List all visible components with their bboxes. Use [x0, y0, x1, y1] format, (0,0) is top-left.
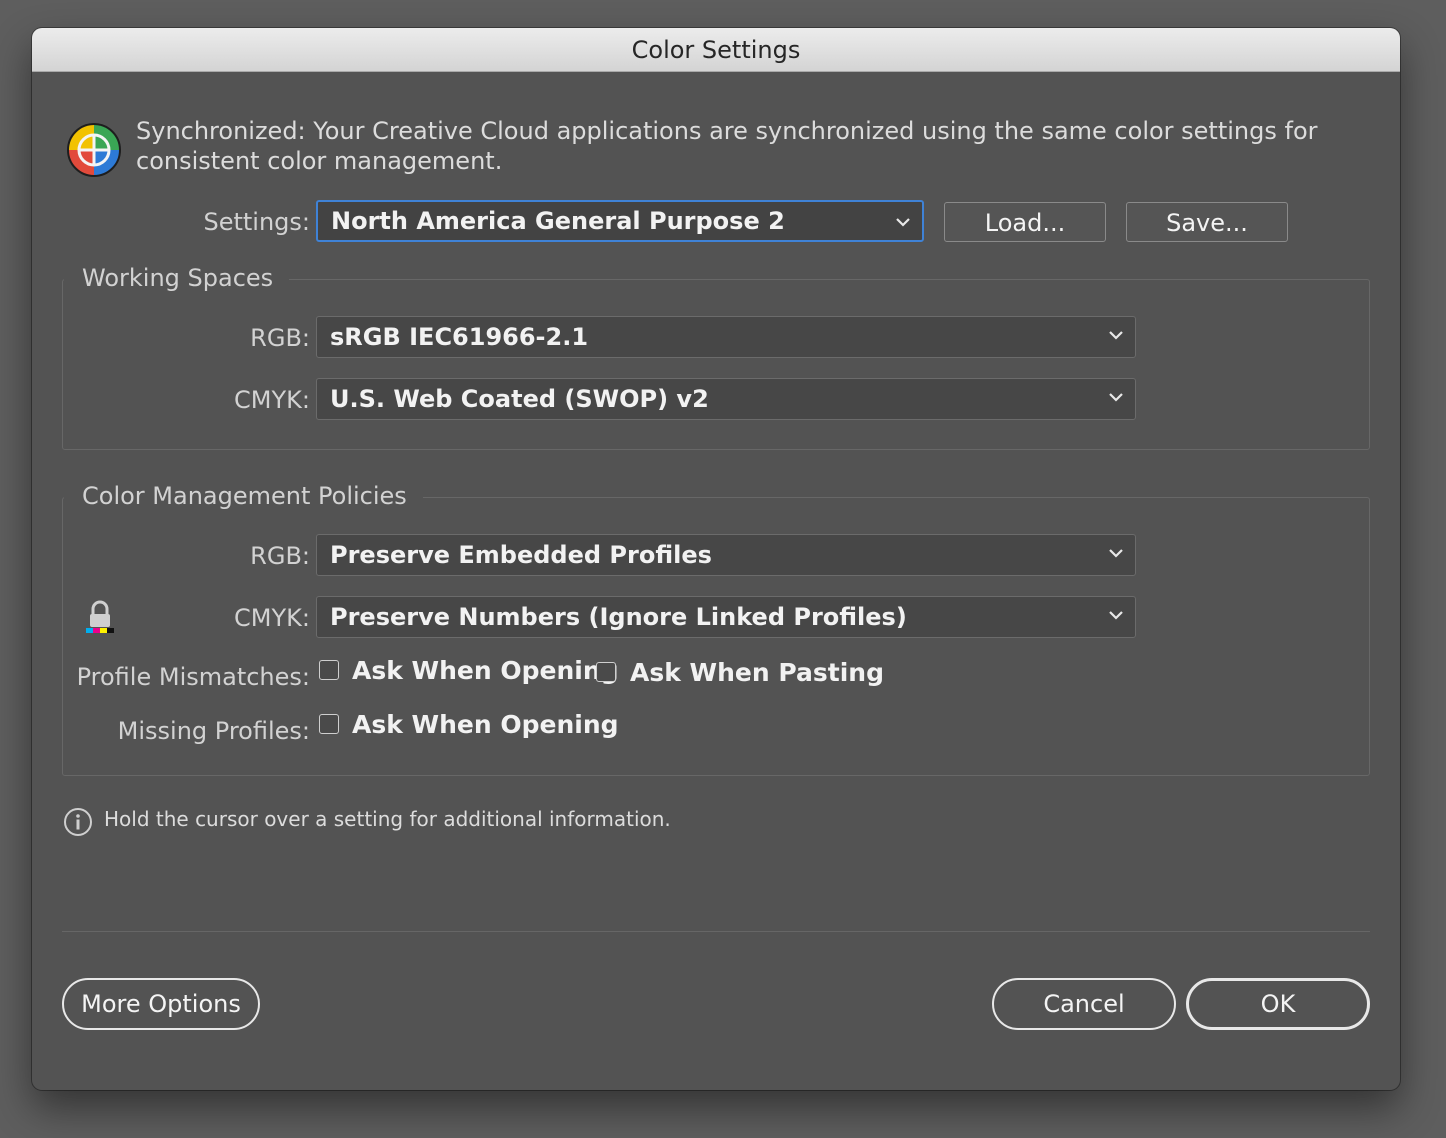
- footer-divider: [62, 931, 1370, 932]
- chevron-down-icon: [1109, 549, 1123, 558]
- color-settings-dialog: Color Settings Synchronized: Your Creati…: [32, 28, 1400, 1090]
- chevron-down-icon: [1109, 331, 1123, 340]
- mismatch-pasting-checkbox[interactable]: [596, 662, 616, 682]
- missing-profiles-label: Missing Profiles:: [117, 717, 310, 745]
- missing-opening-checkbox[interactable]: [319, 714, 339, 734]
- mismatch-pasting-label[interactable]: Ask When Pasting: [630, 658, 884, 687]
- missing-opening-label[interactable]: Ask When Opening: [352, 710, 619, 739]
- color-wheel-icon: [67, 123, 121, 177]
- settings-value: North America General Purpose 2: [331, 207, 785, 235]
- policy-cmyk-value: Preserve Numbers (Ignore Linked Profiles…: [330, 603, 907, 631]
- ws-cmyk-value: U.S. Web Coated (SWOP) v2: [330, 385, 709, 413]
- settings-label: Settings:: [203, 208, 310, 236]
- load-button[interactable]: Load...: [944, 202, 1106, 242]
- ws-cmyk-select[interactable]: U.S. Web Coated (SWOP) v2: [316, 378, 1136, 420]
- info-text: Hold the cursor over a setting for addit…: [104, 807, 671, 831]
- window-title: Color Settings: [32, 28, 1400, 72]
- policy-rgb-label: RGB:: [250, 542, 310, 570]
- cancel-button[interactable]: Cancel: [992, 978, 1176, 1030]
- ws-rgb-select[interactable]: sRGB IEC61966-2.1: [316, 316, 1136, 358]
- chevron-down-icon: [1109, 611, 1123, 620]
- policy-cmyk-select[interactable]: Preserve Numbers (Ignore Linked Profiles…: [316, 596, 1136, 638]
- more-options-button[interactable]: More Options: [62, 978, 260, 1030]
- profile-mismatches-label: Profile Mismatches:: [76, 663, 310, 691]
- save-button[interactable]: Save...: [1126, 202, 1288, 242]
- working-spaces-title: Working Spaces: [64, 264, 290, 292]
- policy-cmyk-label: CMYK:: [234, 604, 310, 632]
- ws-rgb-label: RGB:: [250, 324, 310, 352]
- lock-icon: [86, 600, 114, 633]
- policy-rgb-select[interactable]: Preserve Embedded Profiles: [316, 534, 1136, 576]
- ws-cmyk-label: CMYK:: [234, 386, 310, 414]
- sync-message: Synchronized: Your Creative Cloud applic…: [136, 117, 1318, 175]
- ws-rgb-value: sRGB IEC61966-2.1: [330, 323, 589, 351]
- mismatch-opening-label[interactable]: Ask When Opening: [352, 656, 619, 685]
- settings-select[interactable]: North America General Purpose 2: [316, 200, 924, 242]
- chevron-down-icon: [896, 218, 910, 227]
- chevron-down-icon: [1109, 393, 1123, 402]
- policy-rgb-value: Preserve Embedded Profiles: [330, 541, 712, 569]
- ok-button[interactable]: OK: [1186, 978, 1370, 1030]
- working-spaces-group: [62, 279, 1370, 450]
- policies-title: Color Management Policies: [64, 482, 423, 510]
- info-icon: [64, 808, 92, 836]
- mismatch-opening-checkbox[interactable]: [319, 660, 339, 680]
